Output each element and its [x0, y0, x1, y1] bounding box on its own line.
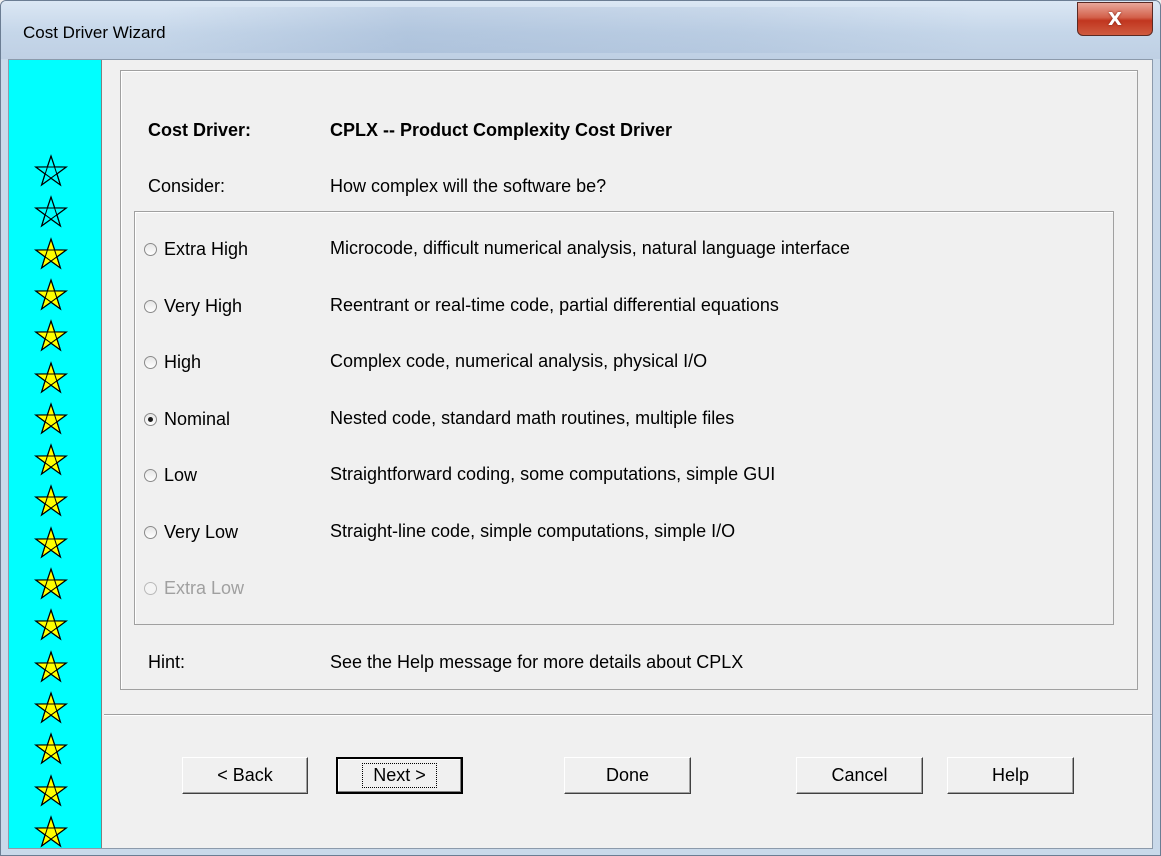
star-icon [34, 443, 68, 476]
rating-radio-very-high[interactable]: Very High [144, 293, 242, 319]
star-icon [34, 237, 68, 270]
title-bar-glass [161, 7, 981, 53]
radio-unchecked-icon[interactable] [144, 242, 157, 256]
star-icon [34, 195, 68, 228]
star-icon [34, 484, 68, 517]
rating-radio-extra-low: Extra Low [144, 575, 244, 601]
radio-label: Very Low [164, 521, 239, 542]
back-button[interactable]: < Back [182, 757, 308, 794]
star-icon [34, 691, 68, 724]
star-icon [34, 361, 68, 394]
star-icon [34, 319, 68, 352]
consider-value: How complex will the software be? [330, 176, 607, 196]
rating-radio-high[interactable]: High [144, 349, 201, 375]
button-separator [104, 714, 1152, 716]
radio-unchecked-icon[interactable] [144, 468, 157, 482]
radio-label: High [164, 351, 202, 372]
done-button[interactable]: Done [564, 757, 691, 794]
window-title: Cost Driver Wizard [23, 23, 166, 42]
star-icon [34, 732, 68, 765]
star-icon [34, 526, 68, 559]
rating-description: Straight-line code, simple computations,… [330, 521, 736, 541]
rating-description: Reentrant or real-time code, partial dif… [330, 295, 779, 315]
star-icon [34, 815, 68, 848]
radio-label: Nominal [164, 408, 231, 429]
hint-value: See the Help message for more details ab… [330, 652, 744, 672]
radio-label: Low [164, 464, 198, 485]
star-icon [34, 774, 68, 807]
radio-unchecked-icon[interactable] [144, 525, 157, 539]
radio-unchecked-icon[interactable] [144, 299, 157, 313]
radio-label: Extra Low [164, 577, 245, 598]
hint-label: Hint: [148, 652, 186, 672]
help-button[interactable]: Help [947, 757, 1074, 794]
consider-label: Consider: [148, 176, 226, 196]
star-icon [34, 154, 68, 187]
star-icon [34, 650, 68, 683]
radio-unchecked-icon [144, 581, 157, 595]
star-icon [34, 608, 68, 641]
next-button[interactable]: Next > [336, 757, 463, 794]
radio-label: Very High [164, 295, 243, 316]
rating-description: Nested code, standard math routines, mul… [330, 408, 735, 428]
star-icon [34, 402, 68, 435]
progress-star-strip [9, 60, 102, 848]
star-icon [34, 567, 68, 600]
next-button-label: Next > [362, 763, 437, 788]
cost-driver-value: CPLX -- Product Complexity Cost Driver [330, 120, 673, 140]
rating-radio-low[interactable]: Low [144, 462, 197, 488]
dialog-client-area: Cost Driver: CPLX -- Product Complexity … [8, 59, 1153, 849]
close-button[interactable]: X [1077, 2, 1153, 36]
rating-description: Complex code, numerical analysis, physic… [330, 351, 708, 371]
star-icon [34, 278, 68, 311]
wizard-window: Cost Driver Wizard X Cost Driver: CPLX -… [0, 0, 1161, 856]
radio-label: Extra High [164, 238, 249, 259]
rating-radio-extra-high[interactable]: Extra High [144, 236, 248, 262]
rating-radio-nominal[interactable]: Nominal [144, 406, 230, 432]
rating-radio-very-low[interactable]: Very Low [144, 519, 238, 545]
cancel-button[interactable]: Cancel [796, 757, 923, 794]
radio-unchecked-icon[interactable] [144, 355, 157, 369]
title-bar[interactable]: Cost Driver Wizard X [1, 1, 1160, 59]
close-icon: X [1108, 8, 1122, 30]
rating-description: Microcode, difficult numerical analysis,… [330, 238, 850, 258]
rating-description: Straightforward coding, some computation… [330, 464, 776, 484]
radio-checked-icon[interactable] [144, 412, 157, 426]
cost-driver-label: Cost Driver: [148, 120, 252, 140]
